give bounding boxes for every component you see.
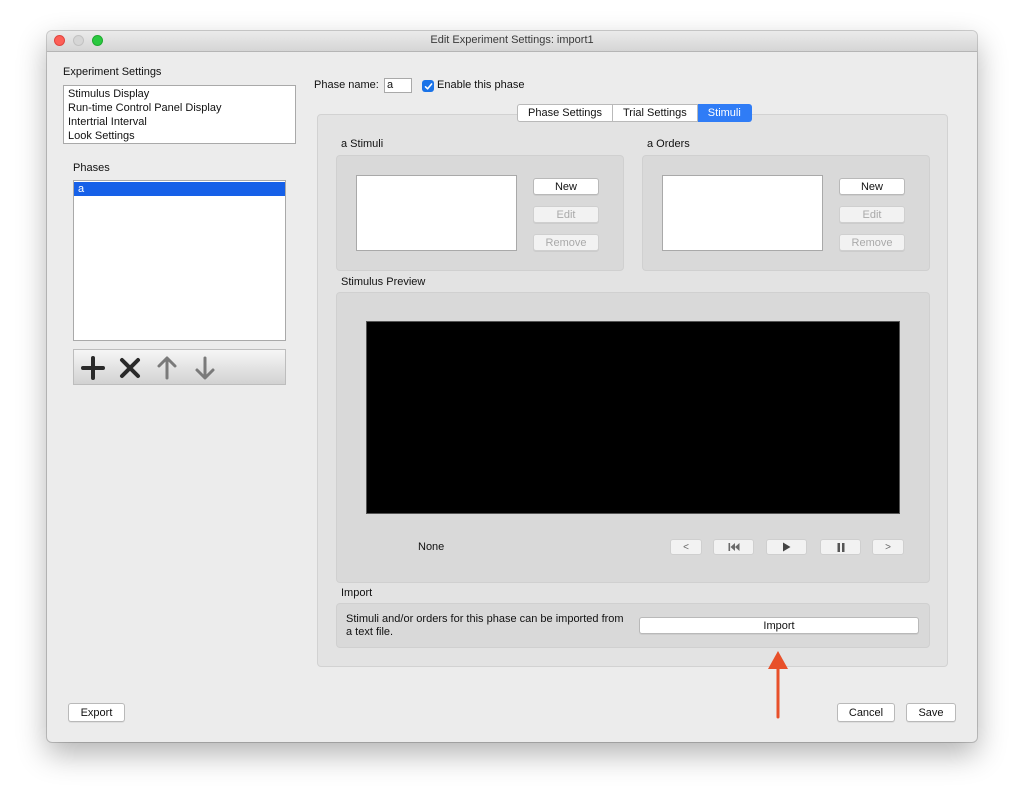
orders-group-label: a Orders bbox=[647, 138, 690, 150]
tab-phase-settings[interactable]: Phase Settings bbox=[517, 104, 613, 122]
next-frame-button[interactable]: > bbox=[872, 539, 904, 555]
edit-stimulus-button[interactable]: Edit bbox=[533, 206, 599, 223]
tab-trial-settings[interactable]: Trial Settings bbox=[613, 104, 698, 122]
experiment-settings-label: Experiment Settings bbox=[63, 66, 162, 78]
previous-label: < bbox=[683, 541, 689, 553]
stimuli-group: New Edit Remove bbox=[336, 155, 624, 271]
cancel-button[interactable]: Cancel bbox=[837, 703, 895, 722]
export-button[interactable]: Export bbox=[68, 703, 125, 722]
save-button[interactable]: Save bbox=[906, 703, 956, 722]
edit-order-button[interactable]: Edit bbox=[839, 206, 905, 223]
skip-back-icon bbox=[728, 543, 739, 551]
import-group-label: Import bbox=[341, 587, 373, 599]
orders-group: New Edit Remove bbox=[642, 155, 930, 271]
import-button[interactable]: Import bbox=[639, 617, 919, 634]
arrow-up-icon[interactable] bbox=[154, 355, 180, 381]
new-order-button[interactable]: New bbox=[839, 178, 905, 195]
stimulus-preview-label: Stimulus Preview bbox=[341, 276, 426, 288]
phases-toolbar bbox=[73, 349, 286, 385]
play-icon bbox=[783, 542, 791, 552]
title-bar[interactable]: Edit Experiment Settings: import1 bbox=[47, 31, 977, 52]
play-button[interactable] bbox=[766, 539, 807, 555]
remove-order-button[interactable]: Remove bbox=[839, 234, 905, 251]
next-label: > bbox=[885, 541, 891, 553]
phase-item-a[interactable]: a bbox=[74, 182, 285, 196]
preview-current-stimulus: None bbox=[418, 541, 445, 553]
experiment-settings-list[interactable]: Stimulus Display Run-time Control Panel … bbox=[63, 85, 296, 144]
window-title: Edit Experiment Settings: import1 bbox=[430, 34, 594, 46]
stimuli-list[interactable] bbox=[356, 175, 517, 251]
skip-back-button[interactable] bbox=[713, 539, 754, 555]
settings-item-stimulus-display[interactable]: Stimulus Display bbox=[64, 87, 295, 101]
settings-item-intertrial-interval[interactable]: Intertrial Interval bbox=[64, 115, 295, 129]
remove-stimulus-button[interactable]: Remove bbox=[533, 234, 599, 251]
plus-icon[interactable] bbox=[80, 355, 106, 381]
import-description: Stimuli and/or orders for this phase can… bbox=[346, 613, 624, 638]
checkmark-icon bbox=[424, 82, 432, 90]
import-group: Stimuli and/or orders for this phase can… bbox=[336, 603, 930, 648]
phase-name-label: Phase name: bbox=[314, 79, 379, 91]
orders-list[interactable] bbox=[662, 175, 823, 251]
stimuli-tab-panel: a Stimuli New Edit Remove a Orders New E… bbox=[317, 114, 948, 667]
phase-name-input[interactable]: a bbox=[384, 78, 412, 93]
previous-frame-button[interactable]: < bbox=[670, 539, 702, 555]
stimulus-preview-canvas bbox=[366, 321, 900, 514]
phases-label: Phases bbox=[73, 162, 110, 174]
new-stimulus-button[interactable]: New bbox=[533, 178, 599, 195]
stimuli-group-label: a Stimuli bbox=[341, 138, 384, 150]
enable-phase-checkbox[interactable] bbox=[422, 80, 434, 92]
settings-item-control-panel-display[interactable]: Run-time Control Panel Display bbox=[64, 101, 295, 115]
arrow-down-icon[interactable] bbox=[192, 355, 218, 381]
pause-icon bbox=[837, 542, 844, 552]
settings-item-look-settings[interactable]: Look Settings bbox=[64, 129, 295, 143]
tab-stimuli[interactable]: Stimuli bbox=[697, 104, 752, 122]
settings-tabs: Phase Settings Trial Settings Stimuli bbox=[517, 104, 752, 122]
x-icon[interactable] bbox=[117, 355, 143, 381]
enable-phase-label: Enable this phase bbox=[437, 79, 525, 91]
settings-window: Edit Experiment Settings: import1 Experi… bbox=[47, 31, 977, 742]
annotation-arrow-icon bbox=[768, 651, 788, 719]
pause-button[interactable] bbox=[820, 539, 861, 555]
phases-list[interactable]: a bbox=[73, 180, 286, 341]
